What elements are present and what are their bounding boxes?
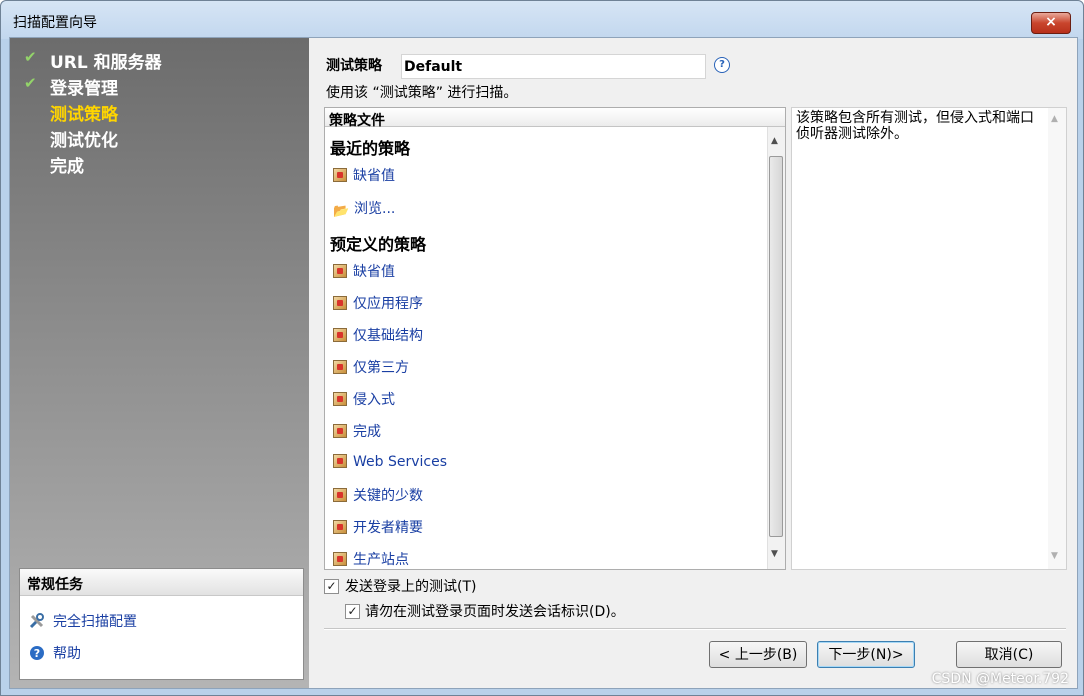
policy-icon (333, 424, 347, 438)
cancel-button[interactable]: 取消(C) (956, 641, 1062, 668)
policy-file-list: 策略文件 最近的策略 缺省值 📂 浏览... 预定义的策略 缺省值 仅应用程序 仅… (324, 107, 786, 570)
back-button[interactable]: < 上一步(B) (709, 641, 807, 668)
no-session-label: 请勿在测试登录页面时发送会话标识(D)。 (365, 604, 625, 620)
list-item[interactable]: 关键的少数 (333, 485, 423, 505)
close-button[interactable]: × (1031, 12, 1071, 34)
open-folder-icon: 📂 (333, 204, 350, 219)
list-item[interactable]: 缺省值 (333, 165, 395, 185)
policy-description: 该策略包含所有测试，但侵入式和端口侦听器测试除外。 (796, 110, 1034, 142)
policy-hint: 使用该 “测试策略” 进行扫描。 (326, 85, 518, 101)
policy-icon (333, 264, 347, 278)
tasks-panel: 常规任务 完全扫描配置 ? 帮助 (19, 568, 304, 680)
steps-panel: ✔ URL 和服务器 ✔ 登录管理 测试策略 测试优化 完成 常规任务 完全扫描… (10, 38, 309, 688)
send-login-checkbox[interactable]: ✓ (324, 579, 339, 594)
scroll-down-icon[interactable]: ▼ (771, 549, 778, 559)
policy-list-header: 策略文件 (325, 108, 785, 129)
policy-label: 测试策略 (326, 58, 382, 74)
list-item[interactable]: 生产站点 (333, 549, 409, 569)
svg-text:?: ? (34, 647, 40, 660)
policy-icon (333, 392, 347, 406)
policy-icon (333, 488, 347, 502)
check-icon: ✔ (24, 74, 37, 92)
help-icon: ? (29, 645, 45, 661)
recent-policies-title: 最近的策略 (330, 139, 411, 158)
policy-icon (333, 360, 347, 374)
task-help[interactable]: ? 帮助 (29, 643, 81, 663)
step-url-server: URL 和服务器 (50, 53, 162, 73)
step-login: 登录管理 (50, 79, 118, 99)
scroll-down-icon[interactable]: ▼ (1051, 551, 1058, 561)
policy-icon (333, 552, 347, 566)
title-bar: 扫描配置向导 × (1, 1, 1083, 39)
tools-icon (29, 613, 45, 629)
policy-icon (333, 296, 347, 310)
predefined-policies-title: 预定义的策略 (330, 235, 427, 254)
window-title: 扫描配置向导 (13, 15, 97, 31)
next-button[interactable]: 下一步(N)> (817, 641, 915, 668)
policy-icon (333, 168, 347, 182)
wizard-window: 扫描配置向导 × ✔ URL 和服务器 ✔ 登录管理 测试策略 测试优化 完成 … (0, 0, 1084, 696)
list-item[interactable]: 缺省值 (333, 261, 395, 281)
policy-icon (333, 328, 347, 342)
policy-icon (333, 520, 347, 534)
list-item-browse[interactable]: 📂 浏览... (333, 198, 395, 219)
list-scrollbar[interactable]: ▲ ▼ (767, 127, 785, 569)
wizard-content: ✔ URL 和服务器 ✔ 登录管理 测试策略 测试优化 完成 常规任务 完全扫描… (9, 37, 1078, 689)
check-icon: ✔ (24, 48, 37, 66)
list-item[interactable]: 仅基础结构 (333, 325, 423, 345)
scroll-up-icon[interactable]: ▲ (1051, 114, 1058, 124)
watermark: CSDN @Meteor.792 (931, 671, 1069, 687)
close-icon: × (1045, 14, 1057, 30)
policy-description-panel: 该策略包含所有测试，但侵入式和端口侦听器测试除外。 ▲ ▼ (791, 107, 1067, 570)
task-full-config[interactable]: 完全扫描配置 (29, 611, 137, 631)
step-test-policy: 测试策略 (50, 105, 118, 125)
list-item[interactable]: 开发者精要 (333, 517, 423, 537)
step-test-optimize: 测试优化 (50, 131, 118, 151)
policy-field[interactable]: Default (401, 54, 706, 79)
task-full-config-label: 完全扫描配置 (53, 614, 137, 630)
policy-icon (333, 454, 347, 468)
help-icon[interactable]: ? (714, 57, 730, 73)
list-item[interactable]: Web Services (333, 454, 447, 470)
no-session-checkbox[interactable]: ✓ (345, 604, 360, 619)
tasks-title: 常规任务 (20, 569, 303, 596)
step-complete: 完成 (50, 157, 84, 177)
task-help-label: 帮助 (53, 646, 81, 662)
divider (324, 628, 1066, 630)
list-item[interactable]: 侵入式 (333, 389, 395, 409)
scroll-up-icon[interactable]: ▲ (771, 136, 778, 146)
list-item[interactable]: 仅第三方 (333, 357, 409, 377)
description-scrollbar[interactable]: ▲ ▼ (1048, 108, 1066, 569)
list-item[interactable]: 仅应用程序 (333, 293, 423, 313)
scroll-thumb[interactable] (769, 156, 783, 537)
send-login-label: 发送登录上的测试(T) (345, 579, 477, 595)
list-item[interactable]: 完成 (333, 421, 381, 441)
